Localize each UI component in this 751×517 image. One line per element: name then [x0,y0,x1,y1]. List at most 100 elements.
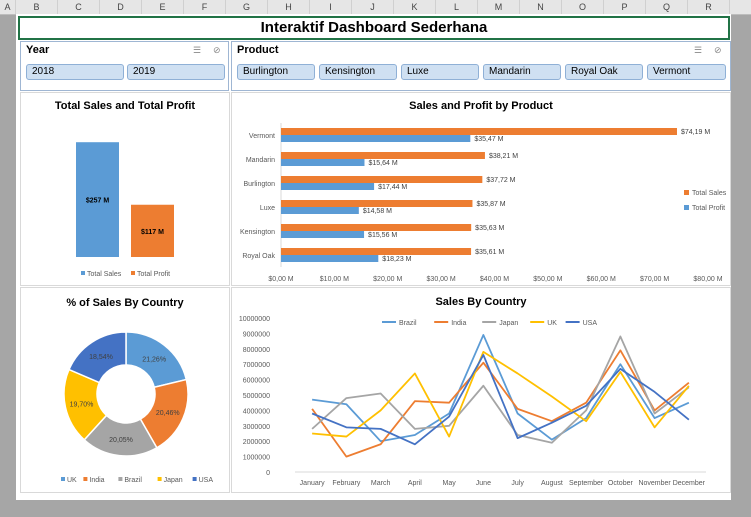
bar-profit [281,231,365,238]
tick-label: $70,00 M [640,276,669,283]
total-sales-profit-chart[interactable]: Total Sales and Total Profit $257 M $117 … [20,92,230,286]
legend-label: Total Sales [692,190,727,197]
bar-profit [281,255,379,262]
column-header-f[interactable]: F [184,0,226,14]
tick-label: 1000000 [243,455,270,462]
legend-swatch [61,477,65,481]
legend-label: Japan [499,320,518,327]
legend-swatch [192,477,197,481]
tick-label: $0,00 M [268,276,293,283]
series-line-brazil [312,334,690,443]
line-chart-svg: 0 1000000 2000000 3000000 4000000 5000000 6000… [239,316,706,487]
legend-label: India [451,320,466,327]
data-label: $15,64 M [368,160,397,167]
data-label: $18,23 M [382,256,411,263]
product-slicer-header: Product [237,44,279,56]
tick-label: August [541,480,563,487]
data-label: $14,58 M [363,208,392,215]
tick-label: 0 [266,470,270,477]
tick-label: January [300,480,325,487]
legend-label: Total Profit [692,205,725,212]
legend-label: Japan [164,477,183,484]
column-header-c[interactable]: C [58,0,100,14]
slice-label: 20,46% [156,410,180,417]
clear-filter-icon[interactable]: ⊘ [714,45,726,55]
column-header-r[interactable]: R [688,0,730,14]
column-header-k[interactable]: K [394,0,436,14]
column-header-m[interactable]: M [478,0,520,14]
tick-label: 5000000 [243,393,270,400]
data-label: $35,87 M [476,201,505,208]
multi-select-icon[interactable]: ☰ [694,45,706,55]
legend-swatch [81,271,85,275]
slicer-item-2018[interactable]: 2018 [26,64,124,80]
slicer-item-kensington[interactable]: Kensington [319,64,397,80]
column-header-h[interactable]: H [268,0,310,14]
column-header-n[interactable]: N [520,0,562,14]
donut-chart-svg: 21,26% 20,46% 20,05% 19,70% 18,54% UK India Bra… [61,331,213,484]
tick-label: May [443,480,457,487]
tick-label: April [408,480,422,487]
legend-label: UK [67,477,77,484]
tick-label: 7000000 [243,362,270,369]
tick-label: February [332,480,361,487]
bar-profit [281,135,471,142]
legend-swatch [118,477,123,481]
slicer-item-luxe[interactable]: Luxe [401,64,479,80]
slice-label: 18,54% [89,354,113,361]
category-label: Vermont [249,133,275,140]
column-header-j[interactable]: J [352,0,394,14]
tick-label: 2000000 [243,439,270,446]
total-chart-svg: $257 M $117 M Total Sales Total Profit [76,142,174,278]
data-label: $17,44 M [378,184,407,191]
year-slicer: Year ☰ ⊘ 2018 2019 [20,41,229,91]
slicer-item-royal-oak[interactable]: Royal Oak [565,64,643,80]
dashboard-title: Interaktif Dashboard Sederhana [18,16,730,40]
bar-sales [281,248,472,255]
column-header-l[interactable]: L [436,0,478,14]
country-percent-chart[interactable]: % of Sales By Country 21,26% 20,46% 20,05%… [20,287,230,493]
slicer-item-vermont[interactable]: Vermont [647,64,726,80]
column-header-bar: ABCDEFGHIJKLMNOPQR [0,0,751,15]
slicer-item-mandarin[interactable]: Mandarin [483,64,561,80]
tick-label: October [608,480,634,487]
column-header-o[interactable]: O [562,0,604,14]
column-header-b[interactable]: B [16,0,58,14]
tick-label: 8000000 [243,347,270,354]
tick-label: 4000000 [243,408,270,415]
tick-label: $30,00 M [427,276,456,283]
column-header-g[interactable]: G [226,0,268,14]
legend-swatch [684,190,689,195]
tick-label: 10000000 [239,316,270,323]
bar-sales [281,128,677,135]
slice-label: 20,05% [109,437,133,444]
column-header-a[interactable]: A [0,0,16,14]
column-header-e[interactable]: E [142,0,184,14]
slice-label: 21,26% [142,356,166,363]
data-label: $35,47 M [474,136,503,143]
column-header-i[interactable]: I [310,0,352,14]
column-header-q[interactable]: Q [646,0,688,14]
bar-profit [281,207,359,214]
legend-swatch [684,205,689,210]
column-header-d[interactable]: D [100,0,142,14]
data-label: $35,61 M [475,249,504,256]
bar-sales [281,152,485,159]
tick-label: $80,00 M [693,276,722,283]
tick-label: September [569,480,604,487]
clear-filter-icon[interactable]: ⊘ [213,45,225,55]
year-slicer-header: Year [26,44,50,56]
product-chart-svg: Vermont $74,19 M $35,47 M Mandarin $38,21 M $… [240,123,727,283]
country-line-chart[interactable]: Sales By Country 0 1000000 2000000 3000000 4… [231,287,731,493]
column-header-p[interactable]: P [604,0,646,14]
tick-label: June [476,480,491,487]
series-line-usa [311,354,690,446]
tick-label: March [371,480,391,487]
legend-label: UK [547,320,557,327]
legend-label: Total Sales [87,271,122,278]
data-label: $117 M [141,229,164,236]
slicer-item-2019[interactable]: 2019 [127,64,225,80]
product-chart[interactable]: Sales and Profit by Product Vermont $74,1… [231,92,731,286]
multi-select-icon[interactable]: ☰ [193,45,205,55]
slicer-item-burlington[interactable]: Burlington [237,64,315,80]
